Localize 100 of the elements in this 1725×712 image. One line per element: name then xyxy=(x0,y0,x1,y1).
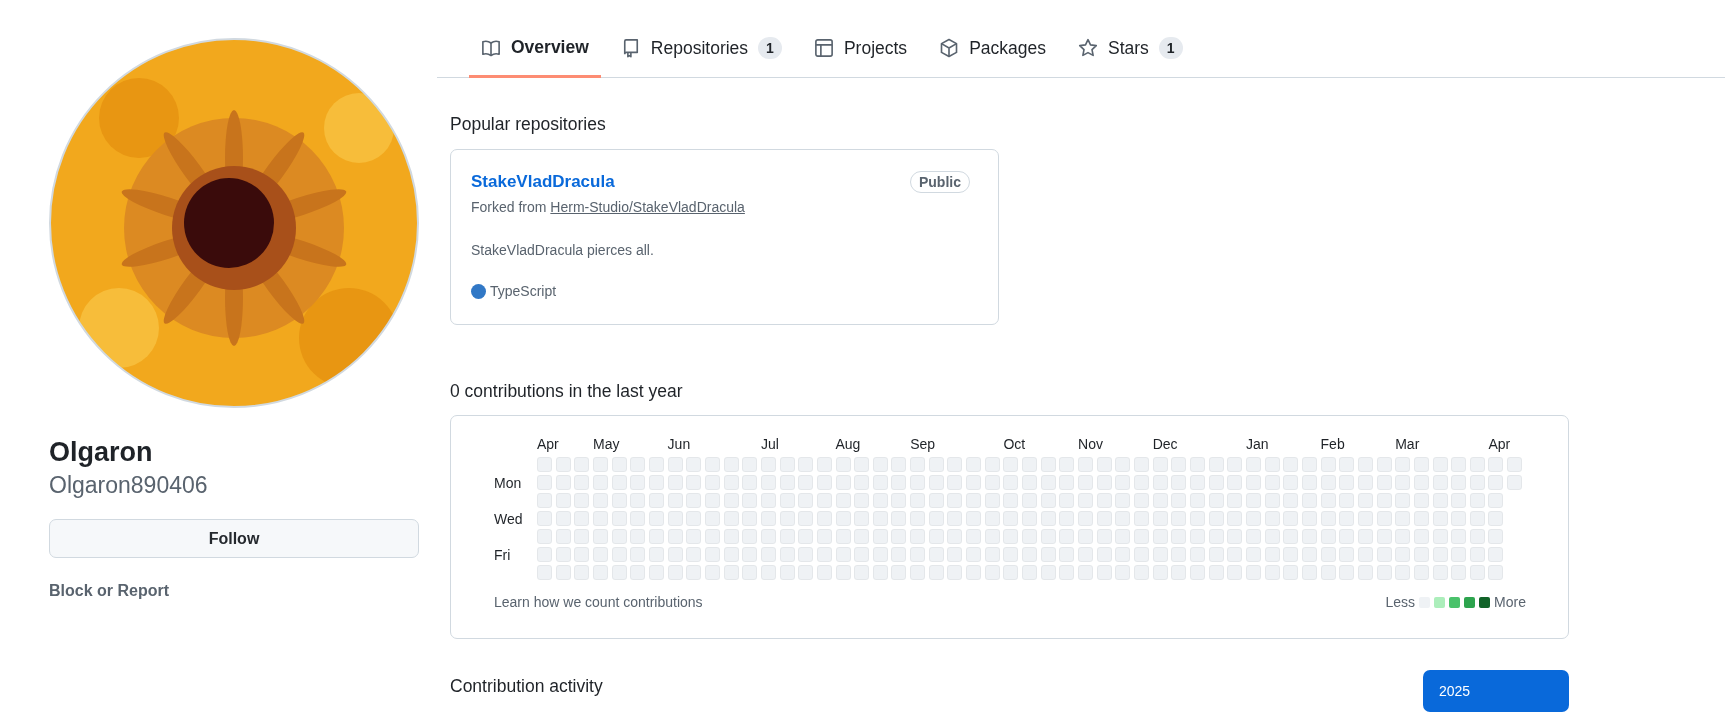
contribution-cell[interactable] xyxy=(798,493,814,508)
contribution-cell[interactable] xyxy=(723,565,739,580)
contribution-cell[interactable] xyxy=(1301,547,1317,562)
nav-tab[interactable]: Stars 1 xyxy=(1066,20,1195,78)
contribution-cell[interactable] xyxy=(1488,547,1504,562)
contribution-cell[interactable] xyxy=(835,475,851,490)
contribution-cell[interactable] xyxy=(1264,511,1280,526)
contribution-cell[interactable] xyxy=(574,475,590,490)
contribution-cell[interactable] xyxy=(1208,565,1224,580)
contribution-cell[interactable] xyxy=(686,493,702,508)
contribution-cell[interactable] xyxy=(1134,475,1149,490)
contribution-cell[interactable] xyxy=(1059,511,1075,526)
contribution-cell[interactable] xyxy=(1432,493,1448,508)
contribution-cell[interactable] xyxy=(910,547,926,562)
contribution-cell[interactable] xyxy=(1134,493,1149,508)
contribution-cell[interactable] xyxy=(1171,475,1187,490)
contribution-cell[interactable] xyxy=(798,565,814,580)
contribution-cell[interactable] xyxy=(1357,493,1373,508)
contribution-cell[interactable] xyxy=(1096,511,1112,526)
contribution-cell[interactable] xyxy=(966,565,982,580)
contribution-cell[interactable] xyxy=(1357,457,1373,472)
contribution-cell[interactable] xyxy=(1451,565,1467,580)
contribution-cell[interactable] xyxy=(1152,547,1168,562)
contribution-cell[interactable] xyxy=(1432,529,1448,544)
contribution-cell[interactable] xyxy=(630,547,646,562)
learn-link[interactable]: Learn how we count contributions xyxy=(494,594,703,610)
contribution-cell[interactable] xyxy=(798,547,814,562)
contribution-cell[interactable] xyxy=(574,565,590,580)
contribution-cell[interactable] xyxy=(704,547,720,562)
contribution-cell[interactable] xyxy=(723,529,739,544)
contribution-cell[interactable] xyxy=(1189,529,1205,544)
contribution-cell[interactable] xyxy=(1395,457,1411,472)
contribution-cell[interactable] xyxy=(1413,565,1429,580)
contribution-cell[interactable] xyxy=(1432,511,1448,526)
contribution-cell[interactable] xyxy=(1264,547,1280,562)
contribution-cell[interactable] xyxy=(704,565,720,580)
contribution-cell[interactable] xyxy=(1376,529,1392,544)
contribution-cell[interactable] xyxy=(1059,493,1075,508)
contribution-cell[interactable] xyxy=(592,529,608,544)
contribution-cell[interactable] xyxy=(1320,565,1336,580)
contribution-cell[interactable] xyxy=(667,493,683,508)
contribution-cell[interactable] xyxy=(686,565,702,580)
contribution-cell[interactable] xyxy=(966,493,982,508)
contribution-cell[interactable] xyxy=(630,493,646,508)
contribution-cell[interactable] xyxy=(1171,493,1187,508)
contribution-cell[interactable] xyxy=(537,529,552,544)
contribution-cell[interactable] xyxy=(928,475,944,490)
contribution-cell[interactable] xyxy=(1040,511,1056,526)
contribution-cell[interactable] xyxy=(872,547,888,562)
fork-source-link[interactable]: Herm-Studio/StakeVladDracula xyxy=(550,199,745,215)
contribution-cell[interactable] xyxy=(1451,529,1467,544)
contribution-cell[interactable] xyxy=(704,475,720,490)
contribution-cell[interactable] xyxy=(1395,529,1411,544)
contribution-cell[interactable] xyxy=(1357,529,1373,544)
repo-link[interactable]: StakeVladDracula xyxy=(471,170,615,194)
contribution-cell[interactable] xyxy=(1469,493,1485,508)
contribution-cell[interactable] xyxy=(1283,511,1299,526)
nav-tab[interactable]: Packages xyxy=(927,20,1058,78)
contribution-cell[interactable] xyxy=(1022,475,1038,490)
contribution-cell[interactable] xyxy=(1227,565,1243,580)
contribution-cell[interactable] xyxy=(1301,565,1317,580)
contribution-cell[interactable] xyxy=(1227,493,1243,508)
contribution-cell[interactable] xyxy=(872,565,888,580)
contribution-cell[interactable] xyxy=(1208,529,1224,544)
contribution-cell[interactable] xyxy=(1413,457,1429,472)
contribution-cell[interactable] xyxy=(648,565,664,580)
contribution-cell[interactable] xyxy=(779,457,795,472)
contribution-cell[interactable] xyxy=(1432,565,1448,580)
contribution-cell[interactable] xyxy=(854,529,870,544)
contribution-cell[interactable] xyxy=(1227,475,1243,490)
contribution-cell[interactable] xyxy=(1022,529,1038,544)
contribution-cell[interactable] xyxy=(630,529,646,544)
contribution-cell[interactable] xyxy=(760,547,776,562)
contribution-cell[interactable] xyxy=(537,493,552,508)
contribution-cell[interactable] xyxy=(1227,547,1243,562)
contribution-cell[interactable] xyxy=(1413,547,1429,562)
contribution-cell[interactable] xyxy=(872,529,888,544)
contribution-cell[interactable] xyxy=(966,475,982,490)
contribution-cell[interactable] xyxy=(798,511,814,526)
contribution-cell[interactable] xyxy=(1320,547,1336,562)
contribution-cell[interactable] xyxy=(1078,565,1094,580)
contribution-cell[interactable] xyxy=(1189,493,1205,508)
contribution-cell[interactable] xyxy=(1115,457,1131,472)
contribution-cell[interactable] xyxy=(1115,547,1131,562)
contribution-cell[interactable] xyxy=(1283,529,1299,544)
contribution-cell[interactable] xyxy=(1507,475,1523,490)
contribution-cell[interactable] xyxy=(1469,529,1485,544)
contribution-cell[interactable] xyxy=(1339,493,1355,508)
contribution-cell[interactable] xyxy=(1301,511,1317,526)
contribution-cell[interactable] xyxy=(1469,565,1485,580)
contribution-cell[interactable] xyxy=(816,511,832,526)
nav-tab[interactable]: Overview xyxy=(469,20,601,78)
contribution-cell[interactable] xyxy=(1152,511,1168,526)
contribution-cell[interactable] xyxy=(760,565,776,580)
contribution-cell[interactable] xyxy=(854,565,870,580)
contribution-cell[interactable] xyxy=(947,475,963,490)
contribution-cell[interactable] xyxy=(1339,475,1355,490)
contribution-cell[interactable] xyxy=(723,475,739,490)
contribution-cell[interactable] xyxy=(574,547,590,562)
contribution-cell[interactable] xyxy=(1115,511,1131,526)
